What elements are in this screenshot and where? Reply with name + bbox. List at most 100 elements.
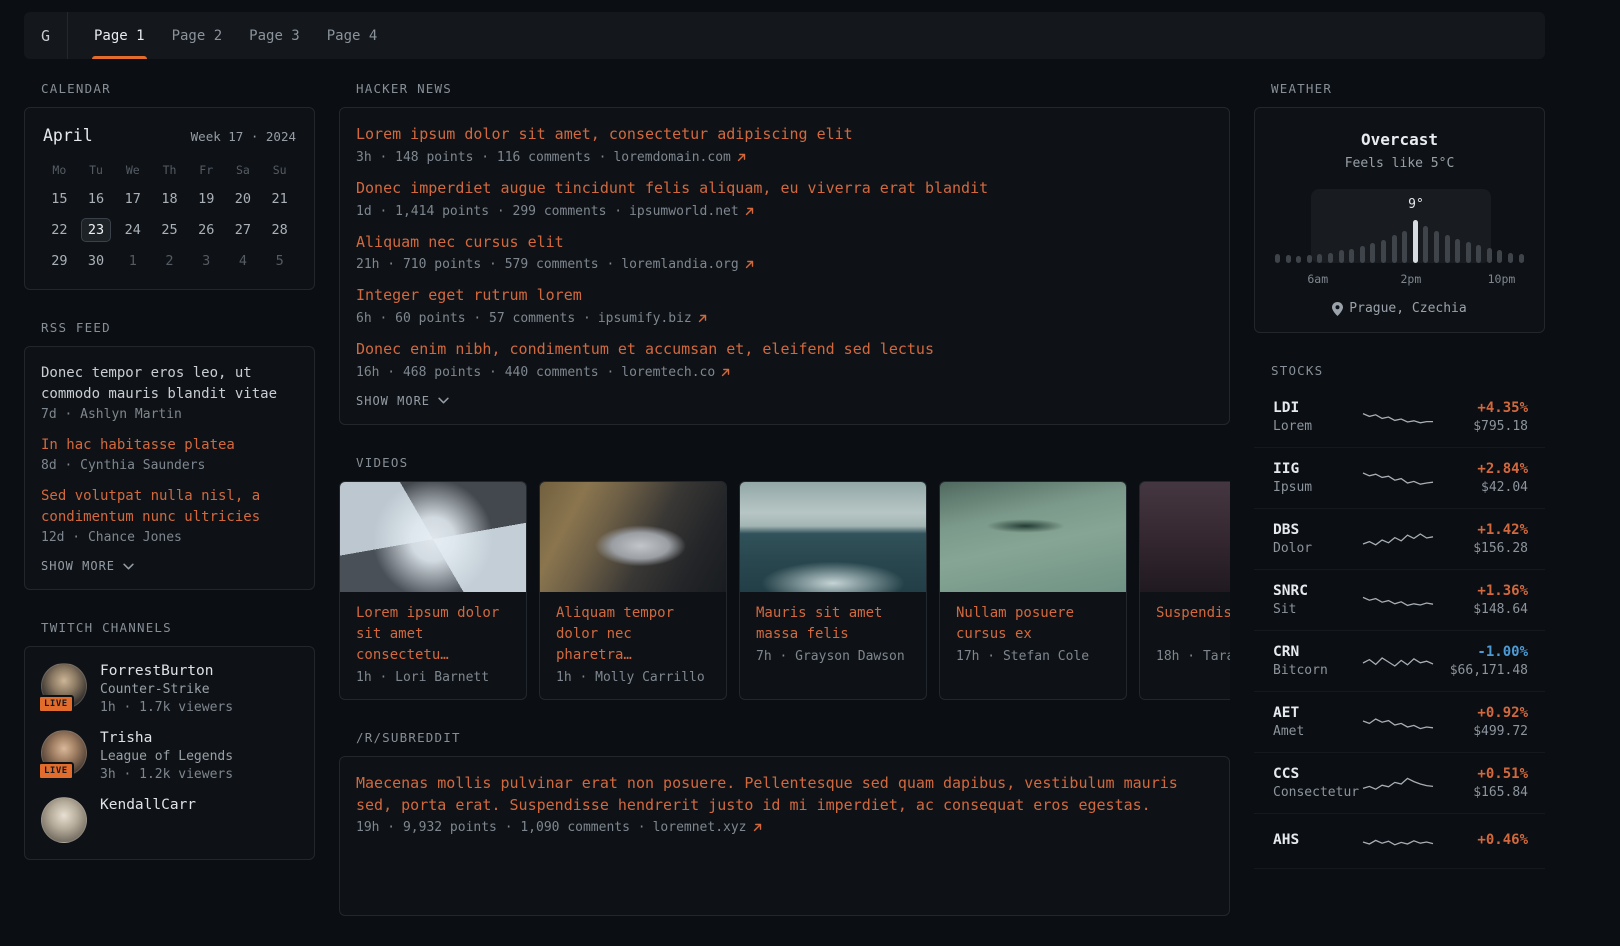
stock-row[interactable]: CCSConsectetur+0.51%$165.84: [1254, 753, 1545, 814]
twitch-channel-name[interactable]: Trisha: [100, 730, 233, 746]
video-title[interactable]: Suspendisse diam: [1156, 603, 1230, 645]
external-link-icon: [753, 823, 762, 832]
stock-change: +2.84%: [1435, 461, 1528, 477]
stock-price: $165.84: [1435, 785, 1528, 800]
video-title[interactable]: Lorem ipsum dolor sit amet consectetu…: [356, 603, 510, 666]
calendar-day: 2: [151, 249, 188, 273]
stock-row[interactable]: AETAmet+0.92%$499.72: [1254, 692, 1545, 753]
weather-hour-bar: [1445, 235, 1450, 263]
weather-widget: WEATHER Overcast Feels like 5°C 9° 6am2p…: [1254, 81, 1545, 333]
stock-ticker: AET: [1273, 705, 1361, 721]
twitch-channel-row[interactable]: KendallCarr: [41, 797, 298, 843]
weather-hour-bar: [1487, 248, 1492, 263]
calendar-day: 16: [78, 187, 115, 211]
live-badge: LIVE: [38, 762, 74, 780]
post-title[interactable]: Donec imperdiet augue tincidunt felis al…: [356, 178, 1213, 200]
post-source-link[interactable]: ipsumify.biz: [598, 311, 692, 326]
weather-hour-bar: [1286, 255, 1291, 263]
chevron-down-icon: [123, 563, 134, 570]
post-meta: 1d · 1,414 points · 299 comments ·ipsumw…: [356, 204, 1213, 219]
stock-ticker: CCS: [1273, 766, 1361, 782]
video-title[interactable]: Nullam posuere cursus ex: [956, 603, 1110, 645]
twitch-channel-game: League of Legends: [100, 749, 233, 764]
dashboard-grid: CALENDAR April Week 17 · 2024 MoTuWeThFr…: [24, 59, 1545, 946]
stock-price: $66,171.48: [1435, 663, 1528, 678]
subreddit-widget-label: /R/SUBREDDIT: [356, 730, 1230, 745]
tab-page-1[interactable]: Page 1: [94, 12, 145, 59]
weather-hour-bar: [1455, 239, 1460, 263]
post-source-link[interactable]: loremlandia.org: [621, 257, 738, 272]
post-item: Integer eget rutrum lorem 6h · 60 points …: [356, 285, 1213, 326]
tab-page-4[interactable]: Page 4: [327, 12, 378, 59]
videos-widget: VIDEOS Lorem ipsum dolor sit amet consec…: [339, 455, 1230, 700]
stock-ticker: IIG: [1273, 461, 1361, 477]
calendar-week-year: Week 17 · 2024: [191, 129, 296, 144]
rss-item: Donec tempor eros leo, ut commodo mauris…: [41, 363, 298, 422]
video-card[interactable]: Suspendisse diam18h · Tara: [1139, 481, 1230, 700]
post-source-link[interactable]: loremtech.co: [621, 365, 715, 380]
weather-hour-bar: [1434, 231, 1439, 263]
post-meta: 16h · 468 points · 440 comments ·loremte…: [356, 365, 1213, 380]
post-title[interactable]: Donec enim nibh, condimentum et accumsan…: [356, 339, 1213, 361]
post-meta-text: 3h · 148 points · 116 comments ·: [356, 150, 606, 165]
twitch-channel-name[interactable]: ForrestBurton: [100, 663, 233, 679]
rss-show-more-button[interactable]: SHOW MORE: [41, 559, 298, 573]
video-card[interactable]: Mauris sit amet massa felis7h · Grayson …: [739, 481, 927, 700]
post-item: Donec imperdiet augue tincidunt felis al…: [356, 178, 1213, 219]
video-card[interactable]: Nullam posuere cursus ex17h · Stefan Col…: [939, 481, 1127, 700]
hackernews-show-more-button[interactable]: SHOW MORE: [356, 394, 1213, 408]
calendar-day: 18: [151, 187, 188, 211]
weather-hour-bar: [1466, 242, 1471, 263]
weather-hour-bar: [1275, 254, 1280, 263]
stock-sparkline: [1361, 403, 1435, 431]
calendar-day-selected: 23: [81, 218, 111, 242]
calendar-grid: MoTuWeThFrSaSu15161718192021222324252627…: [41, 160, 298, 273]
stock-row[interactable]: SNRCSit+1.36%$148.64: [1254, 570, 1545, 631]
twitch-widget-label: TWITCH CHANNELS: [41, 620, 315, 635]
calendar-header: April Week 17 · 2024: [41, 124, 298, 145]
stock-change: +0.92%: [1435, 705, 1528, 721]
post-title[interactable]: Aliquam nec cursus elit: [356, 232, 1213, 254]
stock-name: Dolor: [1273, 541, 1361, 556]
subreddit-widget: /R/SUBREDDIT Maecenas mollis pulvinar er…: [339, 730, 1230, 916]
video-card[interactable]: Lorem ipsum dolor sit amet consectetu…1h…: [339, 481, 527, 700]
calendar-day: 29: [41, 249, 78, 273]
external-link-icon: [745, 207, 754, 216]
stock-row[interactable]: LDILorem+4.35%$795.18: [1254, 387, 1545, 448]
weather-feels-like: Feels like 5°C: [1273, 156, 1526, 171]
rss-item: In hac habitasse platea8d · Cynthia Saun…: [41, 435, 298, 473]
rss-item-title[interactable]: In hac habitasse platea: [41, 435, 298, 456]
stock-row[interactable]: AHS+0.46%: [1254, 814, 1545, 869]
rss-item-title[interactable]: Donec tempor eros leo, ut commodo mauris…: [41, 363, 298, 405]
video-card[interactable]: Aliquam tempor dolor nec pharetra…1h · M…: [539, 481, 727, 700]
app-logo[interactable]: G: [24, 12, 68, 59]
external-link-icon: [698, 314, 707, 323]
post-item: Lorem ipsum dolor sit amet, consectetur …: [356, 124, 1213, 165]
post-meta-text: 6h · 60 points · 57 comments ·: [356, 311, 591, 326]
twitch-channel-row[interactable]: LIVETrishaLeague of Legends3h · 1.2k vie…: [41, 730, 298, 782]
calendar-day: 22: [41, 218, 78, 242]
canoe-on-lake-thumbnail: [940, 482, 1126, 592]
tab-page-3[interactable]: Page 3: [249, 12, 300, 59]
stock-row[interactable]: CRNBitcorn-1.00%$66,171.48: [1254, 631, 1545, 692]
video-title[interactable]: Aliquam tempor dolor nec pharetra…: [556, 603, 710, 666]
post-title[interactable]: Lorem ipsum dolor sit amet, consectetur …: [356, 124, 1213, 146]
weather-hour-bar: [1413, 220, 1418, 264]
stock-row[interactable]: DBSDolor+1.42%$156.28: [1254, 509, 1545, 570]
weather-time-axis: 6am2pm10pm: [1273, 272, 1526, 286]
calendar-day: 24: [114, 218, 151, 242]
tab-page-2[interactable]: Page 2: [172, 12, 223, 59]
rss-item-title[interactable]: Sed volutpat nulla nisl, a condimentum n…: [41, 486, 298, 528]
post-title[interactable]: Integer eget rutrum lorem: [356, 285, 1213, 307]
weekday-label: Mo: [41, 160, 78, 180]
video-title[interactable]: Mauris sit amet massa felis: [756, 603, 910, 645]
post-source-link[interactable]: loremdomain.com: [613, 150, 730, 165]
post-source-link[interactable]: ipsumworld.net: [629, 204, 739, 219]
stock-row[interactable]: IIGIpsum+2.84%$42.04: [1254, 448, 1545, 509]
twitch-channel-row[interactable]: LIVEForrestBurtonCounter-Strike1h · 1.7k…: [41, 663, 298, 715]
weekday-label: Sa: [225, 160, 262, 180]
post-title[interactable]: Maecenas mollis pulvinar erat non posuer…: [356, 773, 1213, 817]
post-source-link[interactable]: loremnet.xyz: [653, 820, 747, 835]
weather-card: Overcast Feels like 5°C 9° 6am2pm10pm Pr…: [1254, 107, 1545, 333]
twitch-channel-name[interactable]: KendallCarr: [100, 797, 196, 813]
